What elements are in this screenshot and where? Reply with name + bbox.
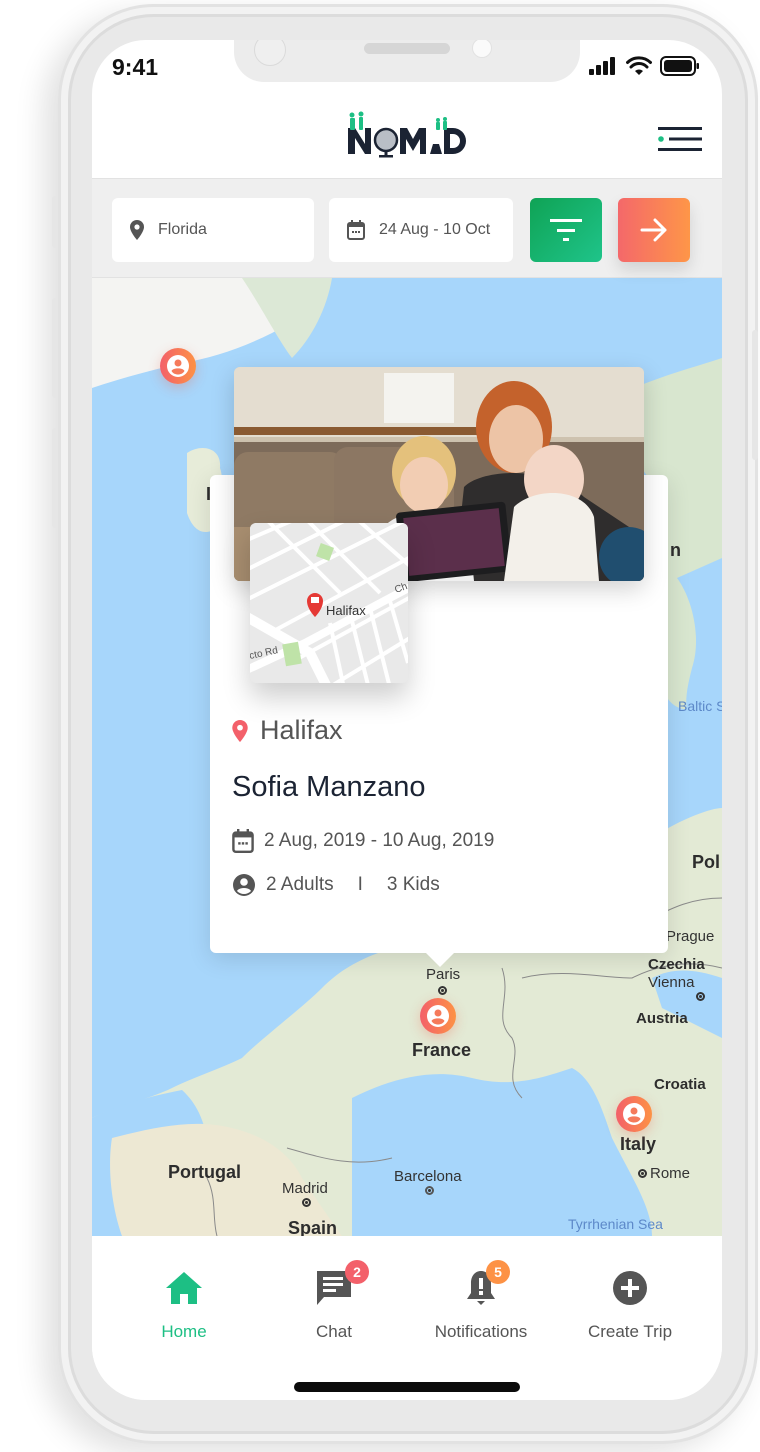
vienna-city-dot (696, 992, 705, 1001)
map-label-rome: Rome (650, 1165, 691, 1182)
filter-button[interactable] (530, 198, 602, 262)
screen: 9:41 Florida 24 Aug - 10 Oct Paris Franc… (92, 40, 722, 1400)
card-kids: 3 Kids (386, 874, 440, 895)
mute-switch (52, 196, 58, 248)
map-label-baltic-sea: Baltic S (678, 698, 722, 714)
map-label-portugal: Portugal (168, 1162, 242, 1182)
user-icon (623, 1103, 645, 1125)
map-pin-user[interactable] (160, 348, 196, 384)
tab-create-trip-label: Create Trip (587, 1322, 673, 1341)
map-label-paris: Paris (426, 966, 461, 983)
nomad-logo[interactable] (344, 110, 472, 160)
date-value: 24 Aug - 10 Oct (379, 221, 491, 238)
app-header (92, 96, 722, 178)
map-pin-france[interactable] (420, 998, 456, 1034)
map-label-sweden-fragment: n (670, 540, 681, 560)
map-label-italy: Italy (620, 1134, 657, 1154)
map-label-barcelona: Barcelona (394, 1168, 462, 1185)
bottom-tab-bar: Home 2 Chat 5 Notifications Create Trip (92, 1236, 722, 1400)
map-label-czechia: Czechia (648, 956, 705, 973)
status-icons (588, 56, 700, 76)
map-label-tyrrhenian-sea: Tyrrhenian Sea (568, 1216, 663, 1232)
tab-home-label: Home (161, 1322, 207, 1341)
person-icon (233, 874, 255, 896)
go-button[interactable] (618, 198, 690, 262)
map-label-poland: Pol (692, 852, 721, 872)
tab-notifications[interactable]: 5 Notifications (406, 1260, 556, 1342)
card-location: Halifax (232, 715, 343, 746)
card-dates-row: 2 Aug, 2019 - 10 Aug, 2019 (232, 829, 494, 853)
card-separator: I (357, 874, 363, 895)
tab-notifications-label: Notifications (434, 1322, 528, 1341)
card-guests-row: 2 Adults I 3 Kids (232, 873, 440, 897)
card-adults: 2 Adults (266, 874, 334, 895)
paris-city-dot (438, 986, 447, 995)
map-label-vienna: Vienna (648, 974, 695, 991)
mini-map-image: Halifax cto Rd Ch (250, 523, 408, 683)
home-icon (166, 1272, 202, 1304)
sensor-icon (472, 40, 492, 58)
calendar-icon (232, 829, 254, 853)
card-pointer (426, 953, 454, 967)
card-host-name: Sofia Manzano (232, 771, 426, 803)
arrow-right-icon (640, 218, 667, 242)
menu-icon[interactable] (658, 126, 702, 152)
home-indicator[interactable] (294, 1382, 520, 1392)
trip-mini-map[interactable]: Halifax cto Rd Ch (250, 523, 408, 683)
plus-circle-icon (613, 1271, 647, 1305)
tab-chat-label: Chat (316, 1322, 352, 1341)
tab-create-trip[interactable]: Create Trip (555, 1266, 705, 1342)
user-icon (167, 355, 189, 377)
map-pin-italy[interactable] (616, 1096, 652, 1132)
map-label-madrid: Madrid (282, 1180, 328, 1197)
location-pin-icon (130, 220, 144, 240)
map-label-prague: Prague (666, 928, 715, 945)
map-label-spain: Spain (288, 1218, 338, 1236)
card-dates: 2 Aug, 2019 - 10 Aug, 2019 (264, 830, 495, 851)
battery-icon (660, 56, 699, 76)
power-button (752, 330, 758, 460)
barcelona-city-dot (425, 1186, 434, 1195)
signal-icon (589, 57, 615, 75)
search-bar: Florida 24 Aug - 10 Oct (92, 178, 722, 278)
camera-icon (254, 40, 286, 66)
map-label-austria: Austria (636, 1010, 688, 1027)
mini-map-label: Halifax (326, 603, 366, 618)
tab-home[interactable]: Home (109, 1266, 259, 1342)
wifi-icon (626, 56, 652, 75)
rome-city-dot (638, 1169, 647, 1178)
calendar-icon (347, 220, 365, 240)
map-label-croatia: Croatia (654, 1076, 706, 1093)
location-value: Florida (158, 221, 207, 238)
notifications-badge: 5 (486, 1260, 510, 1284)
filter-icon (550, 219, 582, 241)
notch (234, 40, 580, 82)
speaker (364, 43, 450, 54)
location-field[interactable]: Florida (112, 198, 314, 262)
volume-down-button (52, 428, 58, 528)
date-field[interactable]: 24 Aug - 10 Oct (329, 198, 513, 262)
card-location-text: Halifax (260, 715, 343, 745)
status-time: 9:41 (112, 54, 159, 80)
map-label-france: France (412, 1040, 472, 1060)
user-icon (427, 1005, 449, 1027)
volume-up-button (52, 298, 58, 398)
madrid-city-dot (302, 1198, 311, 1207)
tab-chat[interactable]: 2 Chat (259, 1260, 409, 1342)
location-pin-icon (232, 719, 248, 742)
chat-badge: 2 (345, 1260, 369, 1284)
